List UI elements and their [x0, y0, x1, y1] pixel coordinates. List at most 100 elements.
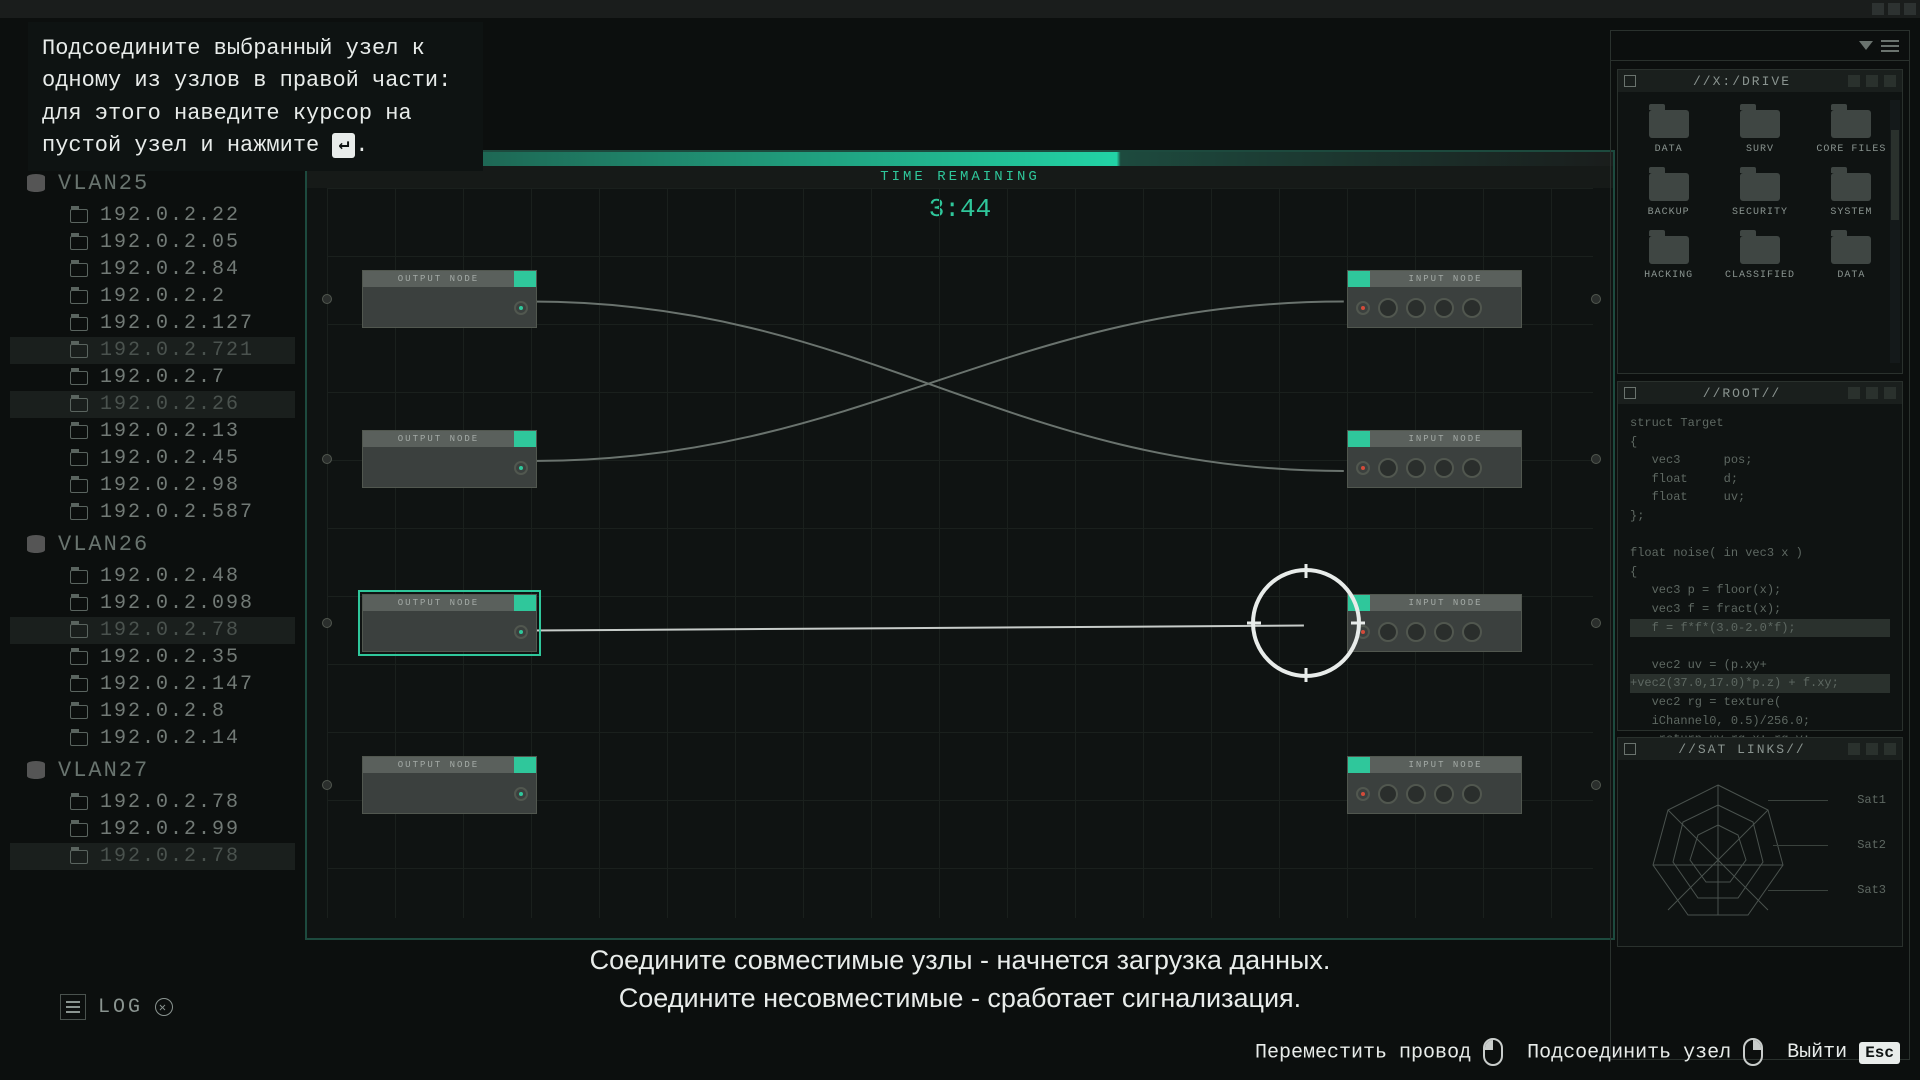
socket-icon[interactable]: [514, 787, 528, 801]
panel-box-icon[interactable]: [1624, 743, 1636, 755]
socket-icon[interactable]: [1378, 784, 1398, 804]
socket-icon[interactable]: [1462, 298, 1482, 318]
subtitle-line-2: Соедините несовместимые - сработает сигн…: [0, 980, 1920, 1018]
drive-folder[interactable]: HACKING: [1626, 230, 1711, 287]
panel-btn-icon[interactable]: [1884, 387, 1896, 399]
dropdown-icon[interactable]: [1859, 41, 1873, 50]
socket-icon[interactable]: [1434, 458, 1454, 478]
drive-folder[interactable]: SYSTEM: [1809, 167, 1894, 224]
output-node-3-selected[interactable]: OUTPUT NODE: [362, 594, 537, 652]
ip-row[interactable]: 192.0.2.78: [10, 843, 295, 870]
ip-row[interactable]: 192.0.2.8: [10, 698, 295, 725]
panel-btn-icon[interactable]: [1884, 743, 1896, 755]
folder-icon: [70, 732, 88, 746]
panel-btn-icon[interactable]: [1848, 75, 1860, 87]
panel-btn-icon[interactable]: [1866, 743, 1878, 755]
folder-icon: [70, 263, 88, 277]
drive-folder[interactable]: SECURITY: [1717, 167, 1802, 224]
port-handle[interactable]: [1591, 454, 1601, 464]
ip-row[interactable]: 192.0.2.78: [10, 617, 295, 644]
drive-folder[interactable]: SURV: [1717, 104, 1802, 161]
input-node-2[interactable]: INPUT NODE: [1347, 430, 1522, 488]
window-titlebar: [0, 0, 1920, 18]
panel-btn-icon[interactable]: [1866, 387, 1878, 399]
port-handle[interactable]: [1591, 294, 1601, 304]
port-handle[interactable]: [1591, 780, 1601, 790]
window-max-icon[interactable]: [1888, 3, 1900, 15]
ip-row[interactable]: 192.0.2.45: [10, 445, 295, 472]
ip-row[interactable]: 192.0.2.147: [10, 671, 295, 698]
socket-icon[interactable]: [1434, 784, 1454, 804]
drive-folder[interactable]: BACKUP: [1626, 167, 1711, 224]
panel-box-icon[interactable]: [1624, 75, 1636, 87]
ip-row[interactable]: 192.0.2.2: [10, 283, 295, 310]
ip-row[interactable]: 192.0.2.84: [10, 256, 295, 283]
ip-row[interactable]: 192.0.2.78: [10, 789, 295, 816]
port-handle[interactable]: [322, 780, 332, 790]
socket-icon[interactable]: [514, 625, 528, 639]
input-node-4[interactable]: INPUT NODE: [1347, 756, 1522, 814]
input-node-3[interactable]: INPUT NODE: [1347, 594, 1522, 652]
ip-row[interactable]: 192.0.2.13: [10, 418, 295, 445]
panel-btn-icon[interactable]: [1884, 75, 1896, 87]
socket-icon[interactable]: [1462, 622, 1482, 642]
port-handle[interactable]: [322, 294, 332, 304]
ip-row[interactable]: 192.0.2.35: [10, 644, 295, 671]
ip-row[interactable]: 192.0.2.26: [10, 391, 295, 418]
folder-icon: [1831, 173, 1871, 201]
output-node-2[interactable]: OUTPUT NODE: [362, 430, 537, 488]
socket-icon[interactable]: [1356, 461, 1370, 475]
panel-box-icon[interactable]: [1624, 387, 1636, 399]
ip-row[interactable]: 192.0.2.098: [10, 590, 295, 617]
socket-icon[interactable]: [1434, 622, 1454, 642]
socket-icon[interactable]: [1356, 787, 1370, 801]
folder-icon: [70, 479, 88, 493]
drive-folder[interactable]: CLASSIFIED: [1717, 230, 1802, 287]
ip-row[interactable]: 192.0.2.22: [10, 202, 295, 229]
vlan-header[interactable]: VLAN26: [10, 526, 295, 563]
socket-icon[interactable]: [1378, 622, 1398, 642]
port-handle[interactable]: [322, 618, 332, 628]
drive-folder[interactable]: DATA: [1626, 104, 1711, 161]
ip-row[interactable]: 192.0.2.99: [10, 816, 295, 843]
output-node-1[interactable]: OUTPUT NODE: [362, 270, 537, 328]
ip-row[interactable]: 192.0.2.127: [10, 310, 295, 337]
menu-icon[interactable]: [1881, 45, 1899, 47]
socket-icon[interactable]: [514, 301, 528, 315]
socket-icon[interactable]: [1406, 784, 1426, 804]
socket-icon[interactable]: [1356, 301, 1370, 315]
panel-btn-icon[interactable]: [1866, 75, 1878, 87]
ip-row[interactable]: 192.0.2.05: [10, 229, 295, 256]
drive-folder[interactable]: CORE FILES: [1809, 104, 1894, 161]
output-node-4[interactable]: OUTPUT NODE: [362, 756, 537, 814]
panel-btn-icon[interactable]: [1848, 387, 1860, 399]
port-handle[interactable]: [322, 454, 332, 464]
port-handle[interactable]: [1591, 618, 1601, 628]
socket-icon[interactable]: [1406, 298, 1426, 318]
drive-folder[interactable]: DATA: [1809, 230, 1894, 287]
window-close-icon[interactable]: [1904, 3, 1916, 15]
socket-icon[interactable]: [1406, 458, 1426, 478]
ip-row[interactable]: 192.0.2.98: [10, 472, 295, 499]
socket-icon[interactable]: [1462, 784, 1482, 804]
hint-text: Подсоедините выбранный узел к одному из …: [42, 36, 451, 158]
socket-icon[interactable]: [1434, 298, 1454, 318]
folder-icon: [1740, 173, 1780, 201]
socket-icon[interactable]: [1378, 458, 1398, 478]
ip-row[interactable]: 192.0.2.721: [10, 337, 295, 364]
scrollbar[interactable]: [1890, 100, 1900, 363]
socket-icon[interactable]: [1462, 458, 1482, 478]
input-node-1[interactable]: INPUT NODE: [1347, 270, 1522, 328]
window-min-icon[interactable]: [1872, 3, 1884, 15]
node-canvas[interactable]: TIME REMAINING 3:44 OUTPUT NODE OUTPUT N…: [305, 150, 1615, 940]
ip-row[interactable]: 192.0.2.7: [10, 364, 295, 391]
socket-icon[interactable]: [1406, 622, 1426, 642]
socket-icon[interactable]: [514, 461, 528, 475]
panel-btn-icon[interactable]: [1848, 743, 1860, 755]
ip-row[interactable]: 192.0.2.14: [10, 725, 295, 752]
socket-icon[interactable]: [1356, 625, 1370, 639]
ip-row[interactable]: 192.0.2.587: [10, 499, 295, 526]
vlan-header[interactable]: VLAN27: [10, 752, 295, 789]
socket-icon[interactable]: [1378, 298, 1398, 318]
ip-row[interactable]: 192.0.2.48: [10, 563, 295, 590]
